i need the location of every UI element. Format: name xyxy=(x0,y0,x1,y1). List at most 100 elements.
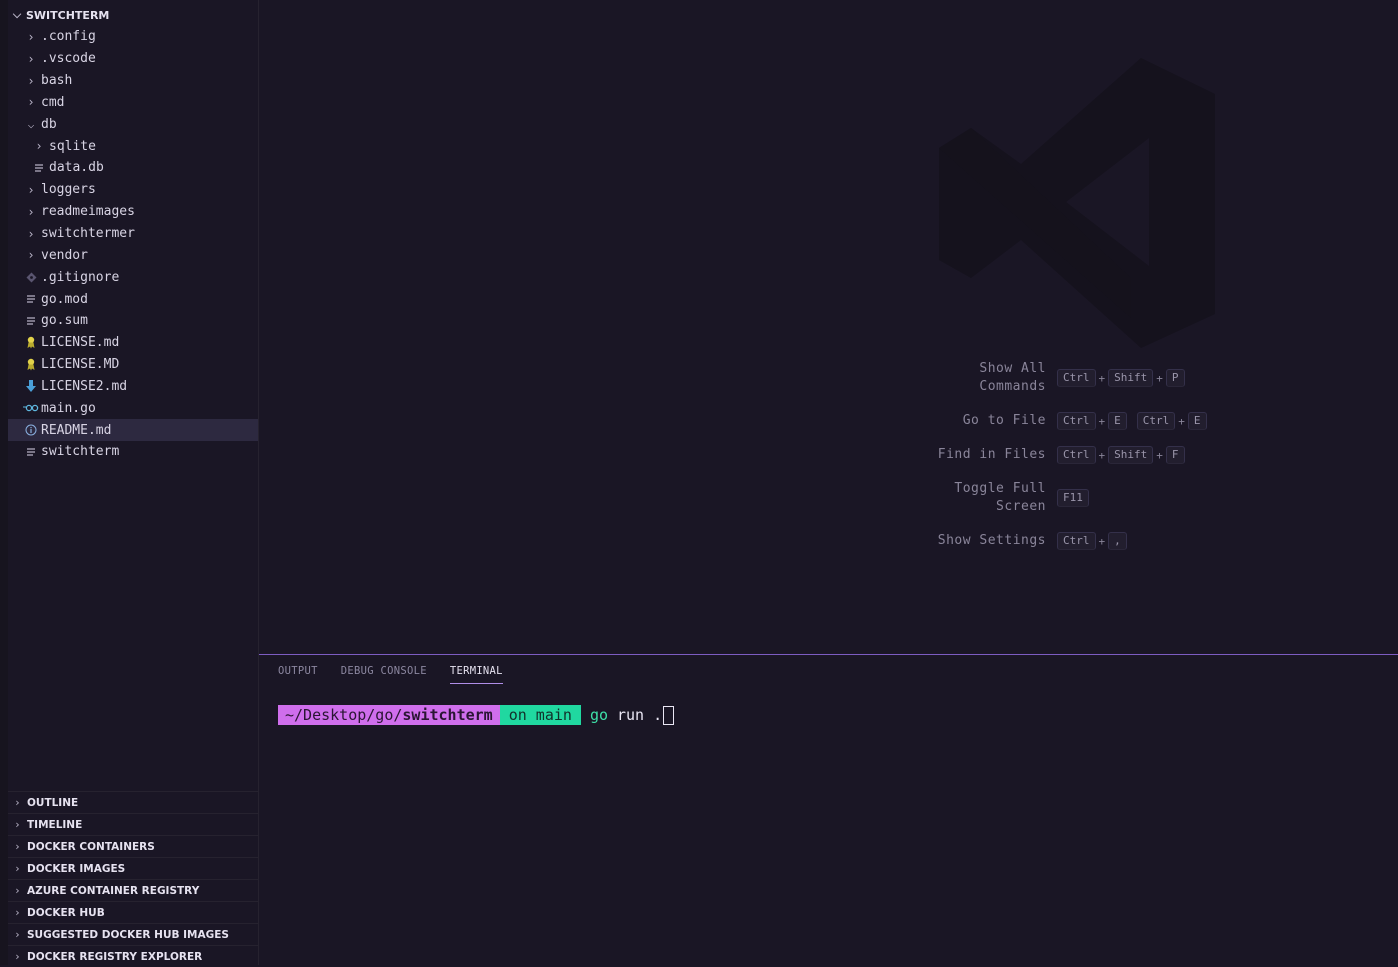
tree-item-label: loggers xyxy=(41,182,96,198)
tree-item[interactable]: › switchtermer xyxy=(8,223,258,245)
tree-item[interactable]: main.go xyxy=(8,397,258,419)
shortcut-label: Toggle Full Screen xyxy=(954,481,1046,514)
tree-item[interactable]: LICENSE.MD xyxy=(8,354,258,376)
shortcut-row: Show Settings Ctrl +, xyxy=(919,532,1319,550)
license-icon xyxy=(22,358,40,371)
tree-item[interactable]: LICENSE2.md xyxy=(8,376,258,398)
tree-item-label: .gitignore xyxy=(41,269,120,285)
panel-section-label: OUTLINE xyxy=(27,796,79,809)
tree-item-label: db xyxy=(41,116,57,132)
license-icon xyxy=(22,336,40,349)
plus-separator: + xyxy=(1098,534,1106,548)
panel-section-header[interactable]: › DOCKER CONTAINERS xyxy=(8,835,258,857)
git-icon xyxy=(22,272,40,283)
chevron-right-icon: › xyxy=(27,95,35,110)
panel-section-label: DOCKER CONTAINERS xyxy=(27,840,155,853)
tree-item-label: go.mod xyxy=(41,291,88,307)
panel-section-label: DOCKER REGISTRY EXPLORER xyxy=(27,950,203,963)
tree-item[interactable]: › .vscode xyxy=(8,48,258,70)
prompt-branch-segment: on main xyxy=(499,705,581,725)
tree-item[interactable]: LICENSE.md xyxy=(8,332,258,354)
chevron-right-icon: › xyxy=(27,29,35,44)
tab-output[interactable]: OUTPUT xyxy=(278,665,318,684)
explorer-section-header[interactable]: ⌵ SWITCHTERM xyxy=(8,4,258,26)
panel-section-header[interactable]: › SUGGESTED DOCKER HUB IMAGES xyxy=(8,923,258,945)
panel-section-header[interactable]: › DOCKER HUB xyxy=(8,901,258,923)
shortcut-label: Show All Commands xyxy=(979,361,1046,394)
panel-section-label: DOCKER HUB xyxy=(27,906,105,919)
tree-item[interactable]: › vendor xyxy=(8,244,258,266)
tree-item-label: switchtermer xyxy=(41,226,135,242)
terminal-command: go xyxy=(589,706,608,724)
tree-item[interactable]: › bash xyxy=(8,70,258,92)
shortcut-keys: Ctrl +, xyxy=(1057,532,1127,550)
tree-item[interactable]: ⌵ db xyxy=(8,113,258,135)
terminal-args: run . xyxy=(617,706,663,724)
panel-section-header[interactable]: › AZURE CONTAINER REGISTRY xyxy=(8,879,258,901)
tree-item-label: LICENSE.md xyxy=(41,335,120,351)
tree-item-label: sqlite xyxy=(49,138,96,154)
chevron-down-icon: ⌵ xyxy=(12,8,22,21)
tree-item[interactable]: switchterm xyxy=(8,441,258,463)
chevron-right-icon: › xyxy=(15,796,20,809)
chevron-right-icon: › xyxy=(35,139,43,154)
keycap: P xyxy=(1165,369,1185,387)
explorer-sidebar: ⌵ SWITCHTERM › .config › .vscode › bash › cmd ⌵ d… xyxy=(0,0,259,965)
tree-item[interactable]: .gitignore xyxy=(8,266,258,288)
panel-section-header[interactable]: › TIMELINE xyxy=(8,813,258,835)
tab-terminal[interactable]: TERMINAL xyxy=(449,665,503,684)
tree-item-label: README.md xyxy=(41,422,112,438)
tree-item[interactable]: › .config xyxy=(8,26,258,48)
terminal-prompt[interactable]: ~/Desktop/go/switchterm on main go run . xyxy=(278,705,675,725)
panel-tabs: OUTPUT DEBUG CONSOLE TERMINAL xyxy=(278,665,503,684)
tree-item[interactable]: go.sum xyxy=(8,310,258,332)
shortcut-label: Find in Files xyxy=(937,447,1046,462)
panel-section-label: TIMELINE xyxy=(27,818,83,831)
keycap: Ctrl xyxy=(1057,532,1096,550)
tree-item[interactable]: › cmd xyxy=(8,92,258,114)
shortcut-row: Find in Files Ctrl + Shift + F xyxy=(919,446,1319,464)
file-tree: › .config › .vscode › bash › cmd ⌵ db › sqlite data.… xyxy=(8,26,258,463)
collapsed-panels: › OUTLINE › TIMELINE › DOCKER CONTAINERS › DOCK… xyxy=(8,791,258,965)
tree-item[interactable]: README.md xyxy=(8,419,258,442)
chevron-right-icon: › xyxy=(27,204,35,219)
info-icon xyxy=(22,424,40,436)
shortcut-keys: Ctrl + Shift + F xyxy=(1057,446,1185,464)
vscode-logo-watermark xyxy=(939,58,1215,348)
tree-item-label: .config xyxy=(41,29,96,45)
panel-section-header[interactable]: › DOCKER IMAGES xyxy=(8,857,258,879)
shortcut-keys: F11 xyxy=(1057,489,1089,507)
plus-separator: + xyxy=(1098,371,1106,385)
file-lines-icon xyxy=(22,316,40,326)
tree-item-label: cmd xyxy=(41,94,65,110)
chevron-down-icon: ⌵ xyxy=(27,117,35,131)
tree-item[interactable]: data.db xyxy=(8,157,258,179)
chevron-right-icon: › xyxy=(27,248,35,263)
tree-item-label: .vscode xyxy=(41,51,96,67)
plus-separator: + xyxy=(1156,371,1163,385)
tree-item-label: main.go xyxy=(41,400,96,416)
tree-item[interactable]: › loggers xyxy=(8,179,258,201)
prompt-path-dir: switchterm xyxy=(402,706,493,724)
tab-debug-console[interactable]: DEBUG CONSOLE xyxy=(341,665,427,684)
prompt-path-segment: ~/Desktop/go/switchterm xyxy=(278,705,500,725)
keycap: Ctrl xyxy=(1057,412,1096,430)
panel-section-header[interactable]: › OUTLINE xyxy=(8,791,258,813)
shortcut-label: Go to File xyxy=(962,413,1046,428)
tree-item-label: readmeimages xyxy=(41,204,135,220)
plus-separator: + xyxy=(1098,448,1106,462)
go-icon xyxy=(22,404,40,412)
panel-section-header[interactable]: › DOCKER REGISTRY EXPLORER xyxy=(8,945,258,967)
file-lines-icon xyxy=(22,294,40,304)
tree-item[interactable]: › sqlite xyxy=(8,135,258,157)
chevron-right-icon: › xyxy=(15,906,20,919)
tree-item[interactable]: go.mod xyxy=(8,288,258,310)
terminal-cursor xyxy=(663,705,675,725)
shortcut-row: Toggle Full Screen F11 xyxy=(919,480,1319,516)
shortcut-row: Go to File Ctrl + E Ctrl + E xyxy=(919,412,1319,430)
tree-item[interactable]: › readmeimages xyxy=(8,201,258,223)
keycap: Shift xyxy=(1108,369,1154,387)
tree-item-label: bash xyxy=(41,73,73,89)
prompt-path-prefix: ~/Desktop/go/ xyxy=(285,706,403,724)
shortcut-row: Show All Commands Ctrl + Shift + P xyxy=(919,360,1319,396)
